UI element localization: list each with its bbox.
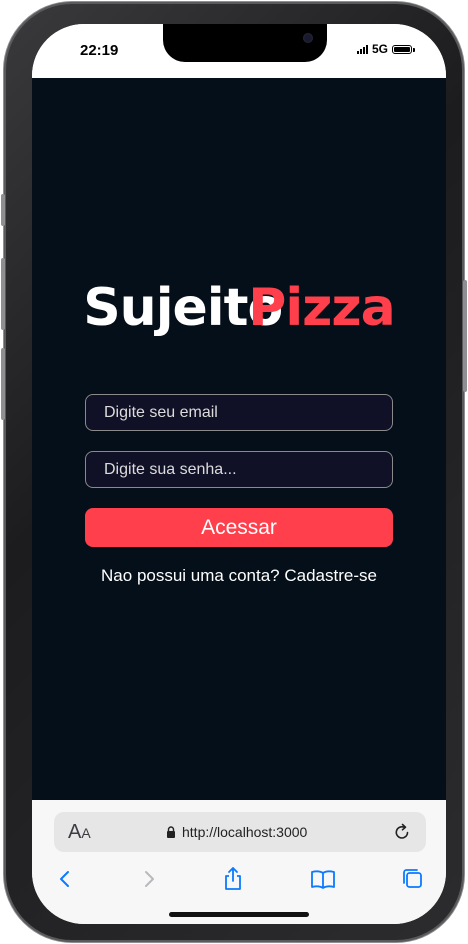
back-icon[interactable] [50,864,80,894]
power-button [463,280,467,392]
phone-frame: 22:19 5G SujeitoPizza Acessar Nao possui… [1,2,467,942]
front-camera-icon [303,33,313,43]
status-indicators: 5G [356,42,415,56]
network-type: 5G [371,42,388,56]
reload-icon[interactable] [392,822,412,842]
browser-nav-row [32,864,446,894]
status-time: 22:19 [80,42,119,59]
password-input[interactable] [85,451,393,488]
app-logo: SujeitoPizza [32,276,446,340]
status-bar: 22:19 5G [32,24,446,78]
signup-link[interactable]: Nao possui uma conta? Cadastre-se [32,566,446,586]
volume-up-button [1,258,5,330]
signal-icon [356,44,368,54]
url-text: http://localhost:3000 [182,824,308,840]
tabs-icon[interactable] [398,864,428,894]
phone-screen: 22:19 5G SujeitoPizza Acessar Nao possui… [32,24,446,924]
action-button [1,194,5,226]
address-bar[interactable]: AA http://localhost:3000 [54,812,426,852]
home-indicator [169,912,309,917]
lock-icon [167,826,175,838]
volume-down-button [1,348,5,420]
battery-icon [392,44,415,54]
bookmarks-icon[interactable] [308,864,338,894]
email-input[interactable] [85,394,393,431]
forward-icon[interactable] [134,864,164,894]
browser-toolbar: AA http://localhost:3000 [32,800,446,924]
url-display[interactable]: http://localhost:3000 [166,824,307,840]
logo-text-pizza: Pizza [248,278,396,338]
share-icon[interactable] [218,864,248,894]
notch [163,24,327,62]
login-button[interactable]: Acessar [85,508,393,547]
text-size-button[interactable]: AA [68,822,91,843]
login-page: SujeitoPizza Acessar Nao possui uma cont… [32,78,446,800]
